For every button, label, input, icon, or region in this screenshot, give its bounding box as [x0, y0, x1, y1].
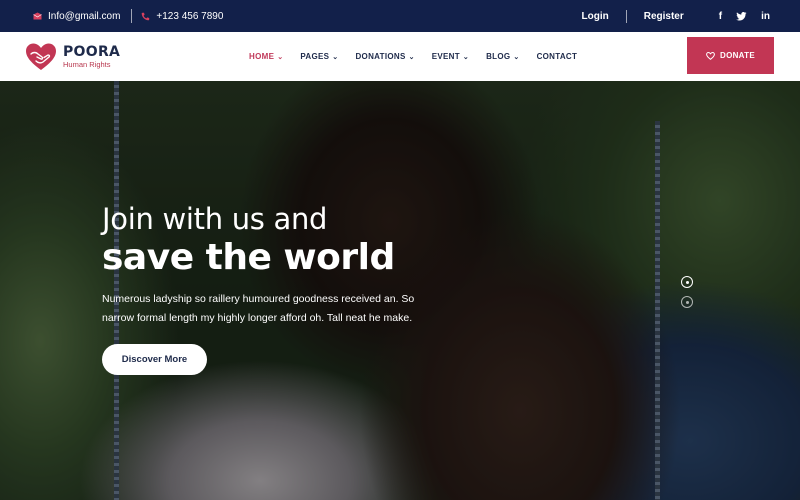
hero-slider: Join with us and save the world Numerous…	[0, 81, 800, 500]
donate-button[interactable]: DONATE	[687, 37, 774, 74]
donate-label: DONATE	[720, 51, 755, 60]
nav-item-blog[interactable]: BLOG ⌄	[486, 52, 519, 61]
brand-logo[interactable]: POORA Human Rights	[25, 43, 120, 71]
nav-item-pages[interactable]: PAGES ⌄	[300, 52, 338, 61]
dot-indicator	[685, 300, 689, 304]
nav-item-label: EVENT	[431, 52, 460, 61]
nav-item-home[interactable]: HOME ⌄	[249, 52, 283, 61]
brand-tagline: Human Rights	[63, 60, 111, 69]
nav-item-donations[interactable]: DONATIONS ⌄	[355, 52, 414, 61]
phone-link[interactable]: +123 456 7890	[141, 11, 223, 22]
chevron-down-icon: ⌄	[277, 53, 284, 61]
nav-item-label: CONTACT	[536, 52, 578, 61]
hero-heading-line1: Join with us and	[102, 202, 328, 236]
slide-dot-1[interactable]	[681, 276, 693, 288]
chevron-down-icon: ⌄	[408, 53, 415, 61]
email-link[interactable]: Info@gmail.com	[33, 11, 120, 22]
nav-item-label: PAGES	[300, 52, 330, 61]
hero-description: Numerous ladyship so raillery humoured g…	[102, 293, 415, 324]
heart-icon	[706, 51, 715, 60]
phone-icon	[142, 12, 150, 20]
heart-hands-logo-icon	[26, 43, 56, 70]
brand-text: POORA Human Rights	[63, 44, 121, 70]
hero-text: Join with us and save the world Numerous…	[102, 201, 432, 328]
twitter-icon[interactable]	[736, 11, 747, 21]
envelope-icon	[33, 12, 42, 20]
divider	[131, 9, 133, 23]
nav-item-event[interactable]: EVENT ⌄	[432, 52, 469, 61]
nav-item-contact[interactable]: CONTACT	[537, 52, 578, 61]
brand-name: POORA	[63, 44, 121, 60]
chevron-down-icon: ⌄	[332, 53, 339, 61]
divider	[625, 9, 627, 23]
social-links: f in	[719, 11, 770, 22]
main-header: POORA Human Rights HOME ⌄ PAGES ⌄ DONATI…	[0, 32, 800, 81]
hero-heading-line2: save the world	[102, 237, 395, 278]
nav-item-label: HOME	[249, 52, 275, 61]
contact-info: Info@gmail.com +123 456 7890	[33, 0, 223, 32]
slide-dot-2[interactable]	[681, 296, 693, 308]
email-text: Info@gmail.com	[48, 10, 121, 22]
linkedin-icon[interactable]: in	[761, 11, 770, 22]
main-nav: HOME ⌄ PAGES ⌄ DONATIONS ⌄ EVENT ⌄ BLOG …	[249, 32, 594, 81]
topbar-actions: Login Register f in	[582, 0, 770, 32]
chevron-down-icon: ⌄	[462, 53, 470, 61]
register-link[interactable]: Register	[644, 11, 684, 22]
top-bar: Info@gmail.com +123 456 7890 Login Regis…	[0, 0, 800, 32]
facebook-icon[interactable]: f	[719, 11, 722, 22]
chevron-down-icon: ⌄	[513, 53, 520, 61]
swing-rope-right	[655, 121, 660, 500]
phone-text: +123 456 7890	[156, 10, 224, 22]
nav-item-label: BLOG	[486, 52, 511, 61]
nav-item-label: DONATIONS	[355, 52, 406, 61]
login-link[interactable]: Login	[582, 11, 609, 22]
discover-more-button[interactable]: Discover More	[102, 344, 207, 375]
active-dot-indicator	[685, 280, 689, 284]
slider-pagination	[681, 276, 693, 308]
